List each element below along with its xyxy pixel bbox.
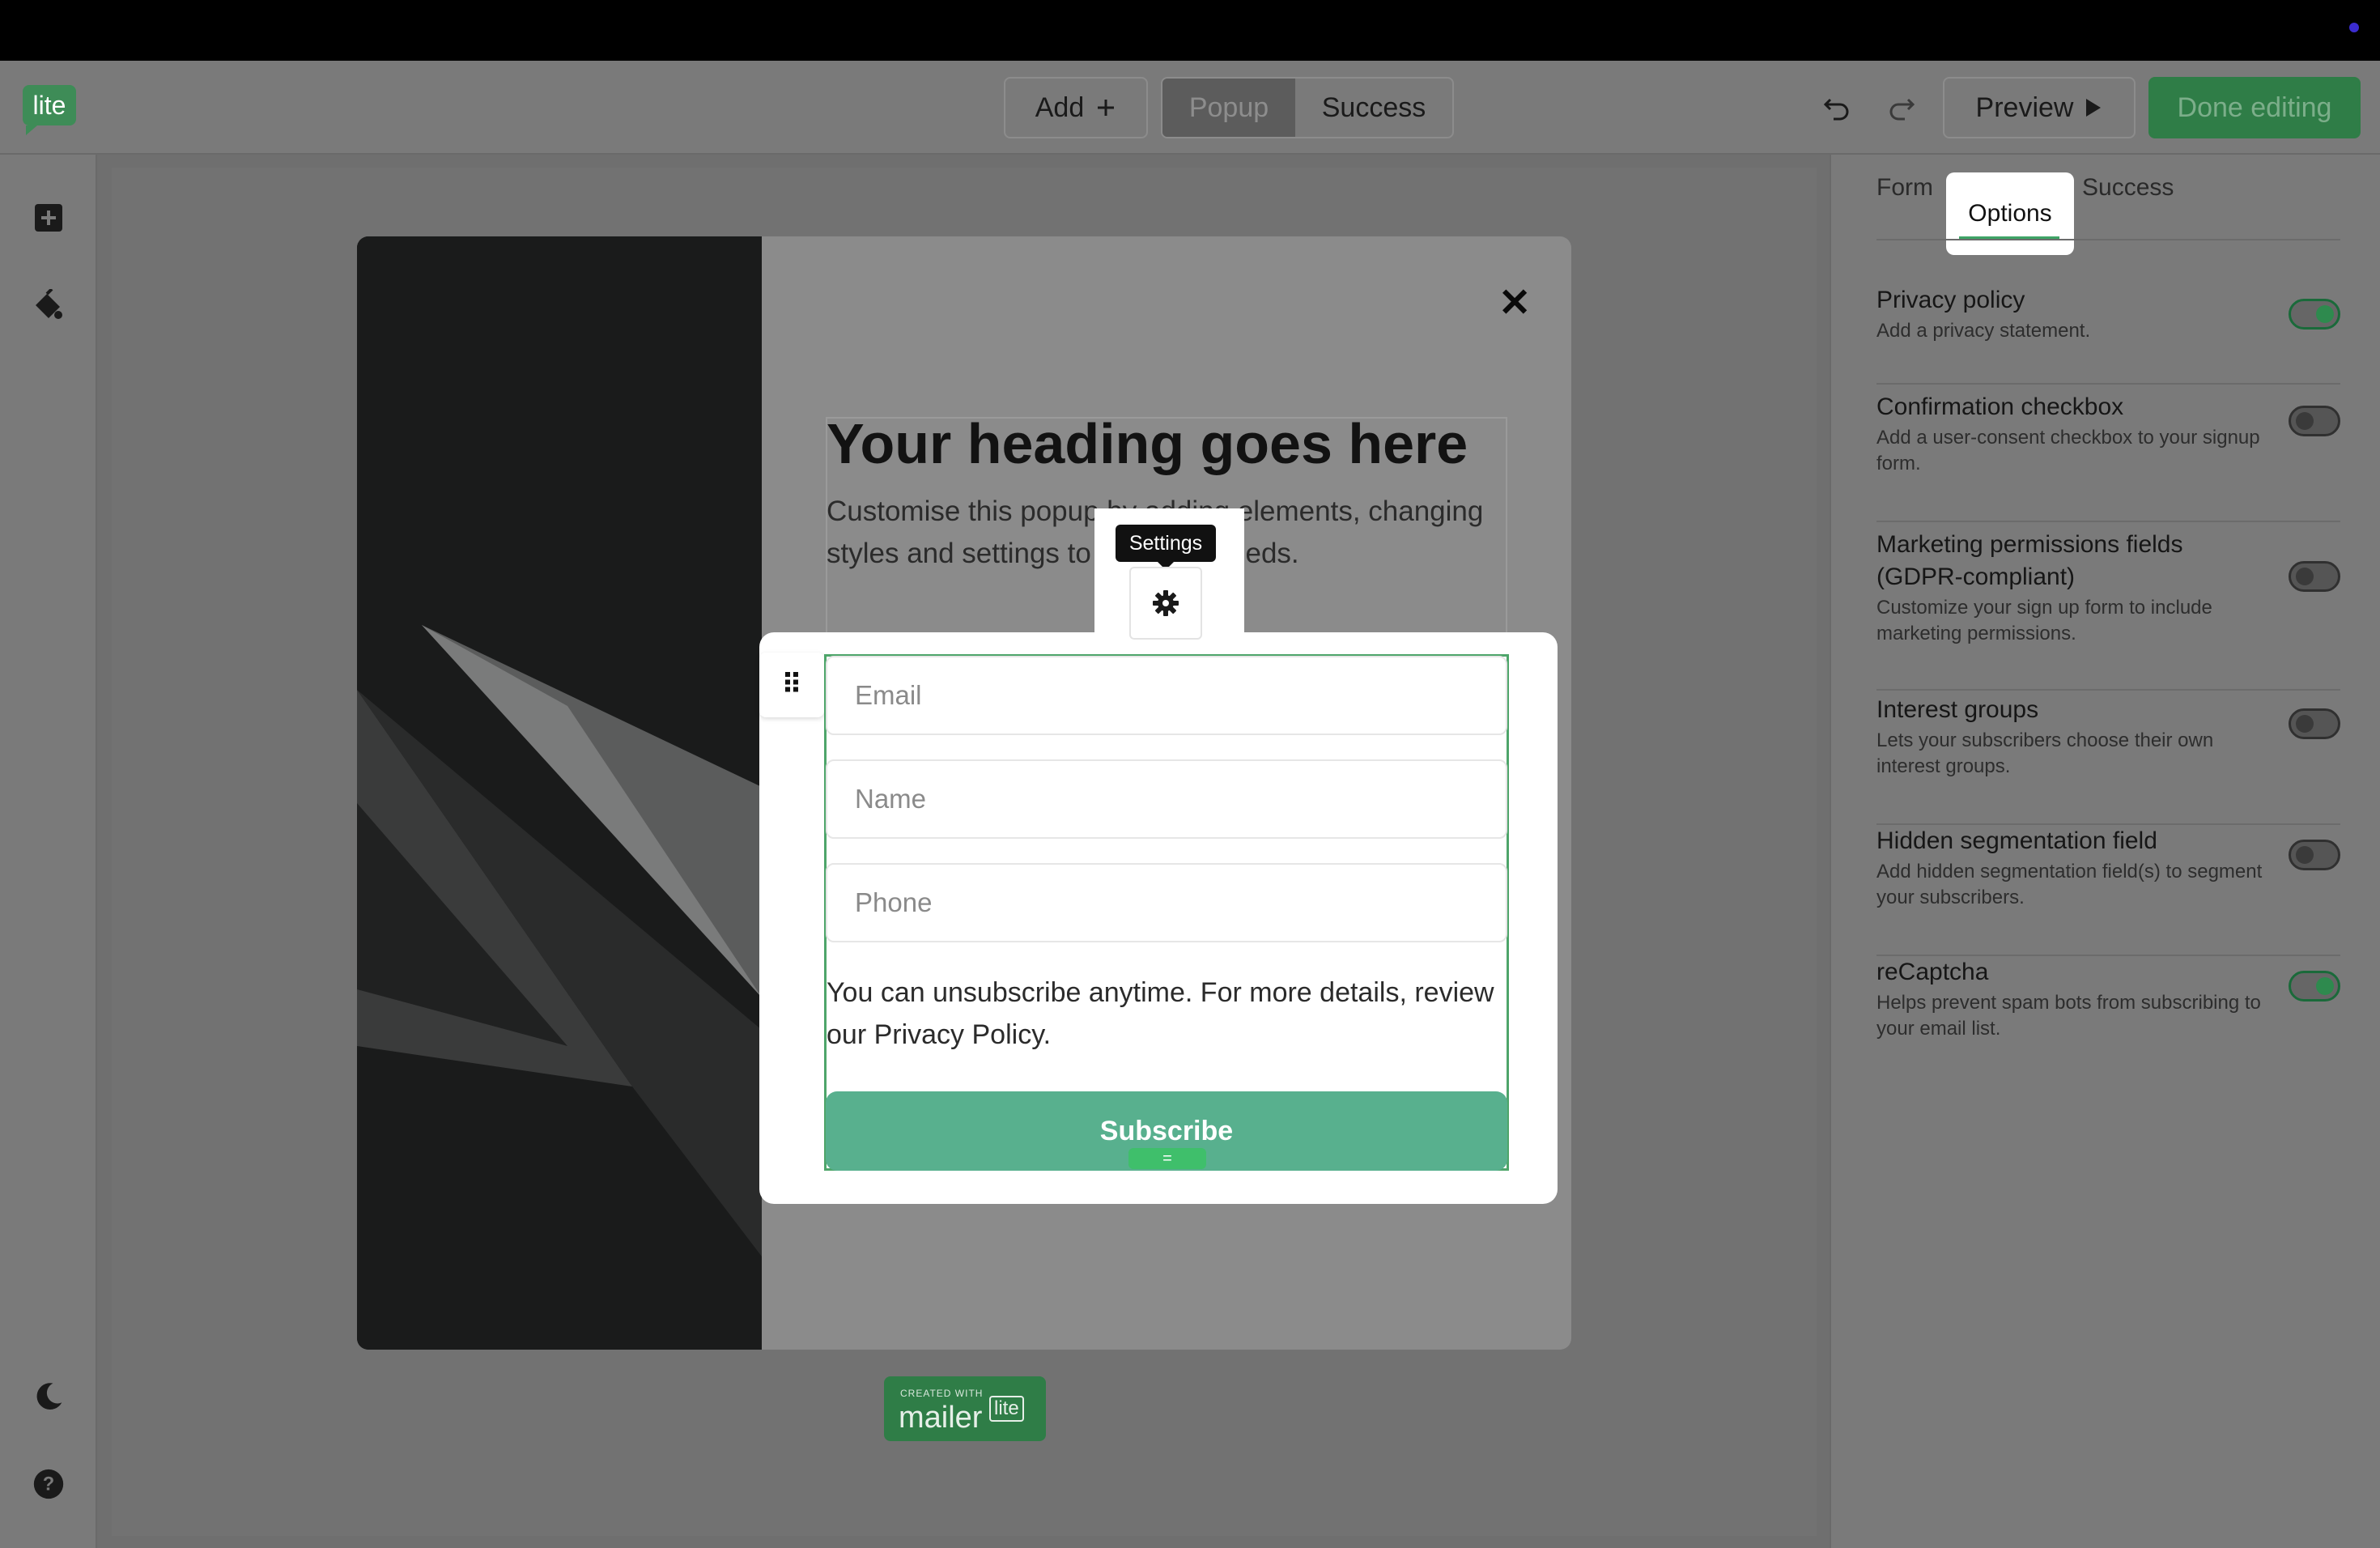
close-icon[interactable]: ✕ [1498,280,1531,325]
tab-popup[interactable]: Popup [1162,79,1295,137]
option-confirmation-checkbox: Confirmation checkbox Add a user-consent… [1876,391,2340,522]
badge-mailer: mailer [899,1401,983,1435]
phone-field[interactable]: Phone [826,863,1507,942]
option-title: Confirmation checkbox [1876,393,2124,420]
tab-options[interactable]: Options [1946,172,2074,255]
done-editing-button[interactable]: Done editing [2148,77,2361,138]
confirmation-checkbox-toggle[interactable] [2289,406,2340,436]
email-field[interactable]: Email [826,656,1507,735]
redo-button[interactable] [1875,77,1928,138]
toggle-knob [2296,568,2314,585]
option-desc: Customize your sign up form to include m… [1876,597,2212,644]
tabs-divider [1876,239,2340,240]
option-desc: Add hidden segmentation field(s) to segm… [1876,861,2263,908]
option-hidden-segmentation: Hidden segmentation field Add hidden seg… [1876,825,2340,956]
option-title: Interest groups [1876,696,2039,723]
plus-icon [1098,100,1115,116]
option-privacy-policy: Privacy policy Add a privacy statement. [1876,284,2340,385]
add-block-icon[interactable] [32,202,65,234]
privacy-policy-toggle[interactable] [2289,299,2340,330]
mailerlite-badge: CREATED WITH mailer lite [884,1376,1046,1441]
phone-placeholder: Phone [855,887,933,917]
option-desc: Add a user-consent checkbox to your sign… [1876,427,2260,474]
toggle-knob [2296,412,2314,430]
option-marketing-permissions: Marketing permissions fields (GDPR-compl… [1876,529,2340,691]
app-logo[interactable]: lite [23,85,76,135]
redo-icon [1889,98,1915,121]
undo-icon [1823,98,1849,121]
tab-form[interactable]: Form [1876,174,1933,202]
name-placeholder: Name [855,784,927,814]
drag-handle-icon[interactable]: ⠿ [759,653,824,717]
resize-handle[interactable]: = [1128,1148,1206,1169]
interest-groups-toggle[interactable] [2289,708,2340,739]
dark-mode-icon[interactable] [32,1380,65,1413]
recaptcha-toggle[interactable] [2289,971,2340,1002]
option-desc: Helps prevent spam bots from subscribing… [1876,992,2261,1040]
toggle-knob [2296,846,2314,864]
option-title: reCaptcha [1876,959,1989,985]
status-dot [2349,23,2359,32]
toggle-knob [2316,977,2334,995]
preview-label: Preview [1975,91,2074,123]
option-recaptcha: reCaptcha Helps prevent spam bots from s… [1876,956,2340,1070]
settings-button[interactable] [1129,567,1202,640]
toggle-knob [2316,305,2334,323]
badge-created-with: CREATED WITH [900,1388,984,1399]
undo-button[interactable] [1810,77,1864,138]
svg-text:?: ? [43,1474,54,1495]
play-icon [2086,99,2102,117]
name-field[interactable]: Name [826,759,1507,839]
editor-header: lite Add Popup Success Preview Done edit… [0,61,2380,155]
options-panel: Form Options Success Privacy policy Add … [1830,155,2380,1548]
hidden-segmentation-toggle[interactable] [2289,840,2340,870]
option-desc: Add a privacy statement. [1876,320,2091,342]
add-button-label: Add [1035,91,1085,123]
option-title: Marketing permissions fields (GDPR-compl… [1876,531,2183,590]
view-switcher: Popup Success [1161,77,1454,138]
popup-image[interactable] [357,236,762,1350]
paint-bucket-icon[interactable] [32,289,65,321]
consent-text[interactable]: You can unsubscribe anytime. For more de… [827,972,1507,1056]
tab-success[interactable]: Success [1295,79,1452,137]
settings-tooltip: Settings [1116,525,1216,570]
preview-button[interactable]: Preview [1943,77,2136,138]
option-interest-groups: Interest groups Lets your subscribers ch… [1876,694,2340,825]
badge-lite: lite [989,1396,1024,1422]
help-icon[interactable]: ? [32,1468,65,1500]
email-placeholder: Email [855,680,922,710]
option-title: Hidden segmentation field [1876,827,2157,854]
option-title: Privacy policy [1876,287,2025,313]
popup-heading[interactable]: Your heading goes here [827,411,1468,476]
top-bar [0,0,2380,61]
left-sidebar: ? [0,155,97,1548]
toggle-knob [2296,715,2314,733]
gear-icon [1153,590,1179,616]
add-button[interactable]: Add [1004,77,1148,138]
option-desc: Lets your subscribers choose their own i… [1876,729,2214,777]
tab-panel-success[interactable]: Success [2082,174,2174,202]
marketing-permissions-toggle[interactable] [2289,561,2340,592]
